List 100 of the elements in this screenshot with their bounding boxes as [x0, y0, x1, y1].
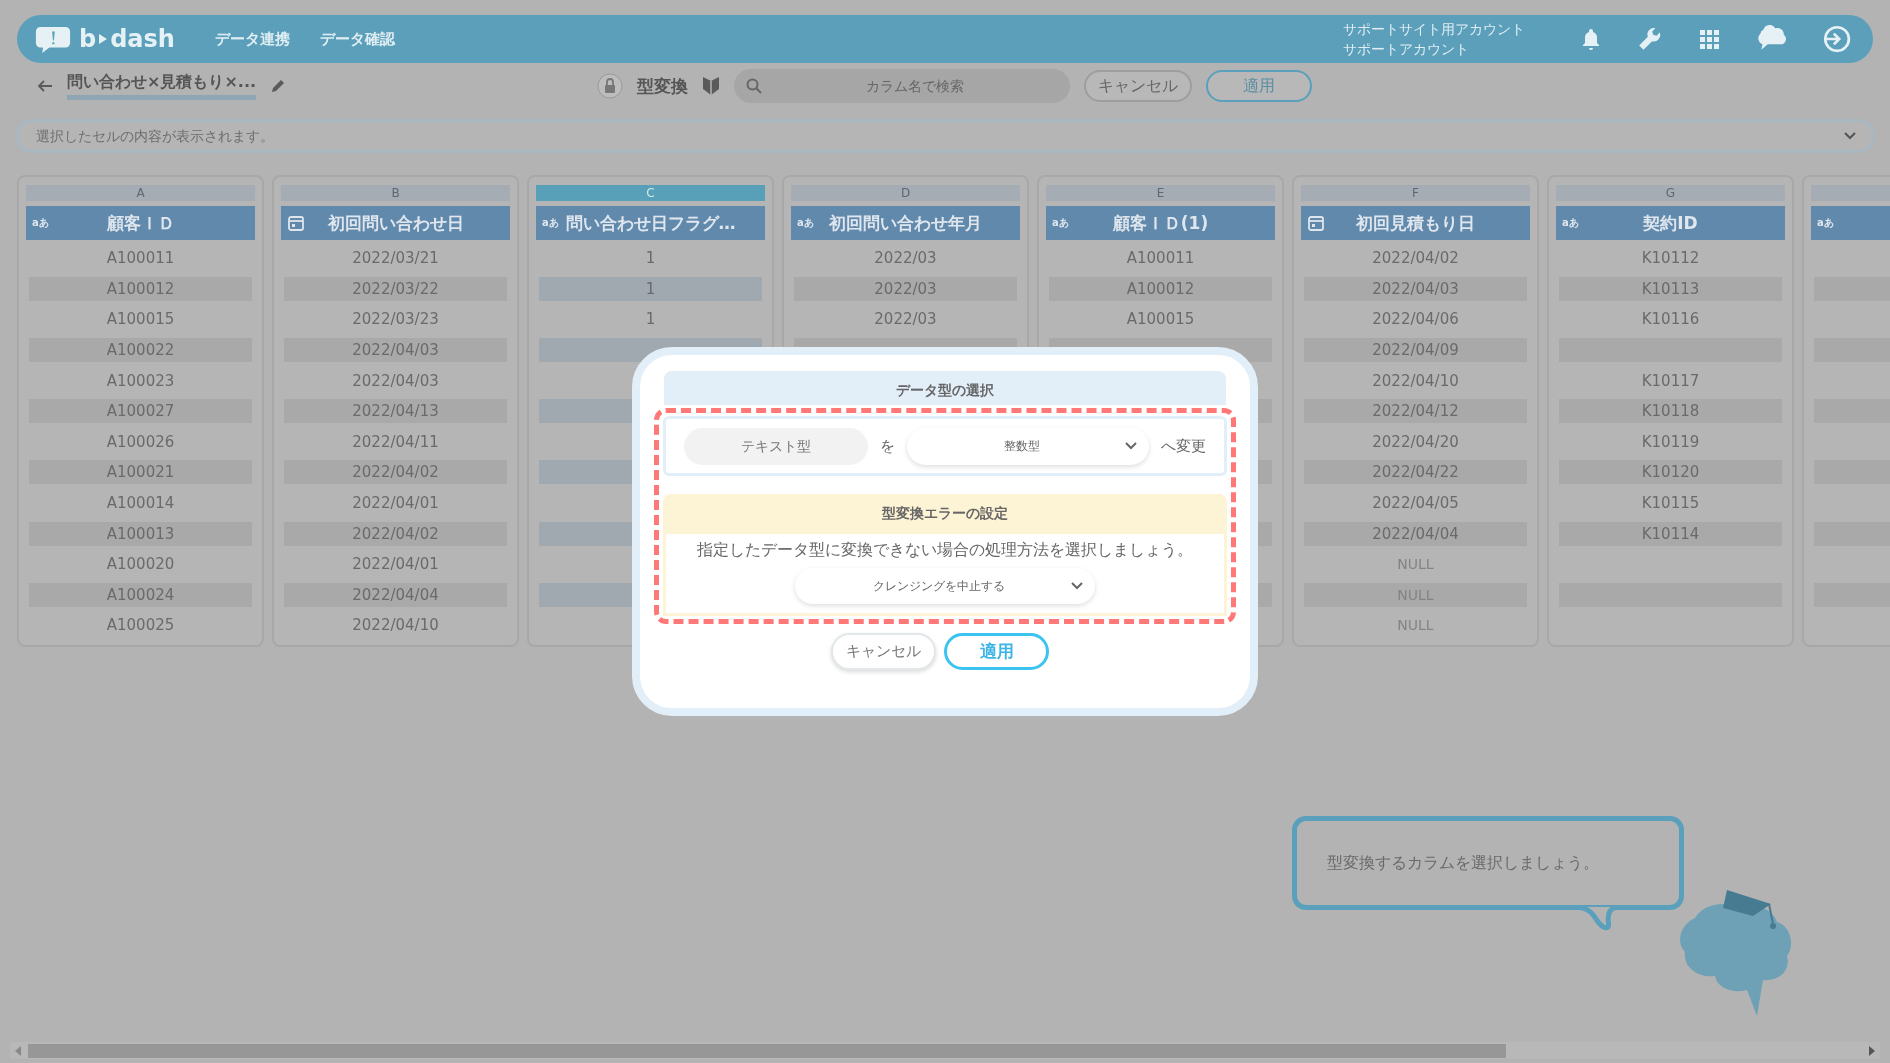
- dialog-title: データ型の選択: [664, 371, 1226, 405]
- text-type-label: aあ: [1562, 216, 1579, 230]
- table-cell-text: 2022/04/20: [1371, 431, 1460, 453]
- table-cell-text: 2022/04/01: [351, 554, 440, 576]
- mode-label: 型変換: [637, 74, 688, 98]
- column-header[interactable]: aあ 顧客ＩＤ: [26, 206, 255, 240]
- table-cell: 2022/04/22: [1304, 460, 1527, 485]
- column-letter[interactable]: B: [281, 185, 510, 201]
- table-cell: A100012: [29, 276, 252, 301]
- account-name: サポートサイト用アカウント: [1343, 20, 1525, 39]
- table-cell-text: K10119: [1640, 431, 1701, 453]
- cell-content-input[interactable]: 選択したセルの内容が表示されます。: [34, 127, 1844, 145]
- table-cell-text: 2022/04/03: [351, 370, 440, 392]
- table-cell: 2022/04/04: [1304, 521, 1527, 546]
- suffix-text: へ変更: [1161, 436, 1206, 456]
- table-cell-text: A100025: [105, 615, 176, 637]
- cell-content-field[interactable]: 選択したセルの内容が表示されます。: [15, 119, 1875, 153]
- table-cell-text: A100015: [105, 309, 176, 331]
- table-cell: 2022/04/12: [1304, 399, 1527, 424]
- table-cell: K10113: [1559, 276, 1782, 301]
- table-cell-text: 2022/04/10: [351, 615, 440, 637]
- text-type-label: aあ: [797, 216, 814, 230]
- table-cell: 2022/03/22: [284, 276, 507, 301]
- logo-text: dash: [110, 25, 175, 53]
- table-cell: 2022/04/09: [1304, 338, 1527, 363]
- table-cell: K10114: [1559, 521, 1782, 546]
- table-cell-text: 2022/04/05: [1371, 493, 1460, 515]
- table-cell-text: 1: [644, 248, 657, 270]
- column-header[interactable]: aあ: [1811, 206, 1890, 240]
- column-title: 顧客ＩＤ(1): [1112, 211, 1209, 235]
- particle-text: を: [880, 436, 896, 456]
- table-cell-text: K10115: [1640, 493, 1701, 515]
- table-cell: 1: [539, 276, 762, 301]
- search-field[interactable]: カラム名で検索: [734, 69, 1070, 103]
- column-letter[interactable]: D: [791, 185, 1020, 201]
- section-title: 型変換エラーの設定: [663, 494, 1227, 530]
- table-cell: 2022/04/13: [284, 399, 507, 424]
- table-cell-text: K10112: [1640, 248, 1701, 270]
- column-letter[interactable]: E: [1046, 185, 1275, 201]
- apply-button[interactable]: 適用: [1206, 70, 1312, 102]
- column-letter[interactable]: F: [1301, 185, 1530, 201]
- table-cell: A100021: [29, 460, 252, 485]
- column-header[interactable]: aあ 顧客ＩＤ(1): [1046, 206, 1275, 240]
- column-letter[interactable]: C: [536, 185, 765, 201]
- table-cell-text: 1: [644, 309, 657, 331]
- nav-link[interactable]: データ連携: [214, 29, 290, 49]
- table-cell-text: 2022/04/10: [1371, 370, 1460, 392]
- column-header[interactable]: aあ 初回問い合わせ年月: [791, 206, 1020, 240]
- text-type-label: aあ: [1052, 216, 1069, 230]
- table-cell: 2022/04/02: [284, 521, 507, 546]
- table-cell-text: A100011: [105, 248, 176, 270]
- column-letter[interactable]: A: [26, 185, 255, 201]
- table-cell-text: 2022/03: [873, 309, 938, 331]
- project-title: 問い合わせ×見積もり×...: [67, 72, 257, 100]
- table-cell: 2022/03: [794, 276, 1017, 301]
- table-cell: 2022/04/02: [284, 460, 507, 485]
- table-cell: 2022/04/03: [1304, 276, 1527, 301]
- column-title: 初回問い合わせ年月: [829, 211, 982, 235]
- account-name: サポートアカウント: [1343, 40, 1470, 59]
- table-cell: 2022/04/03: [284, 338, 507, 363]
- column-letter[interactable]: G: [1556, 185, 1785, 201]
- text-type-label: aあ: [542, 216, 559, 230]
- table-cell-text: A100014: [105, 493, 176, 515]
- apply-button[interactable]: 適用: [944, 633, 1049, 670]
- nav-link[interactable]: データ確認: [319, 29, 395, 49]
- current-type-field: テキスト型: [684, 427, 869, 465]
- table-cell-text: 2022/04/11: [351, 431, 440, 453]
- table-cell-text: A100011: [1125, 248, 1196, 270]
- table-cell: A100013: [29, 521, 252, 546]
- table-cell: K10118: [1559, 399, 1782, 424]
- table-cell-text: 2022/04/02: [1371, 248, 1460, 270]
- target-type-select[interactable]: 整数型: [907, 427, 1149, 465]
- table-cell: A100022: [29, 338, 252, 363]
- table-cell: A100012: [1049, 276, 1272, 301]
- table-cell-text: A100015: [1125, 309, 1196, 331]
- logo-text: b: [79, 25, 97, 53]
- column-header[interactable]: aあ 問い合わせ日フラグ…: [536, 206, 765, 240]
- table-cell: A100024: [29, 582, 252, 607]
- table-cell-text: 2022/04/06: [1371, 309, 1460, 331]
- table-cell-text: K10117: [1640, 370, 1701, 392]
- table-cell-text: 2022/03/21: [351, 248, 440, 270]
- table-cell-text: A100020: [105, 554, 176, 576]
- column-title: 顧客ＩＤ: [106, 211, 175, 235]
- search-input[interactable]: カラム名で検索: [772, 77, 1058, 95]
- table-cell: A100027: [29, 399, 252, 424]
- column-title: 問い合わせ日フラグ…: [565, 211, 736, 235]
- cancel-button[interactable]: キャンセル: [831, 633, 936, 670]
- table-cell-text: 2022/04/01: [351, 493, 440, 515]
- cancel-button[interactable]: キャンセル: [1084, 70, 1192, 102]
- column-title: 契約ID: [1643, 211, 1698, 235]
- table-cell-text: K10116: [1640, 309, 1701, 331]
- error-action-select[interactable]: クレンジングを中止する: [795, 568, 1095, 604]
- column-header[interactable]: 初回問い合わせ日: [281, 206, 510, 240]
- table-cell-text: 2022/03: [873, 248, 938, 270]
- table-cell: K10120: [1559, 460, 1782, 485]
- column-title: 初回問い合わせ日: [327, 211, 464, 235]
- column-header[interactable]: aあ 契約ID: [1556, 206, 1785, 240]
- text-type-label: aあ: [1817, 216, 1834, 230]
- column-header[interactable]: 初回見積もり日: [1301, 206, 1530, 240]
- table-cell: 2022/04/04: [284, 582, 507, 607]
